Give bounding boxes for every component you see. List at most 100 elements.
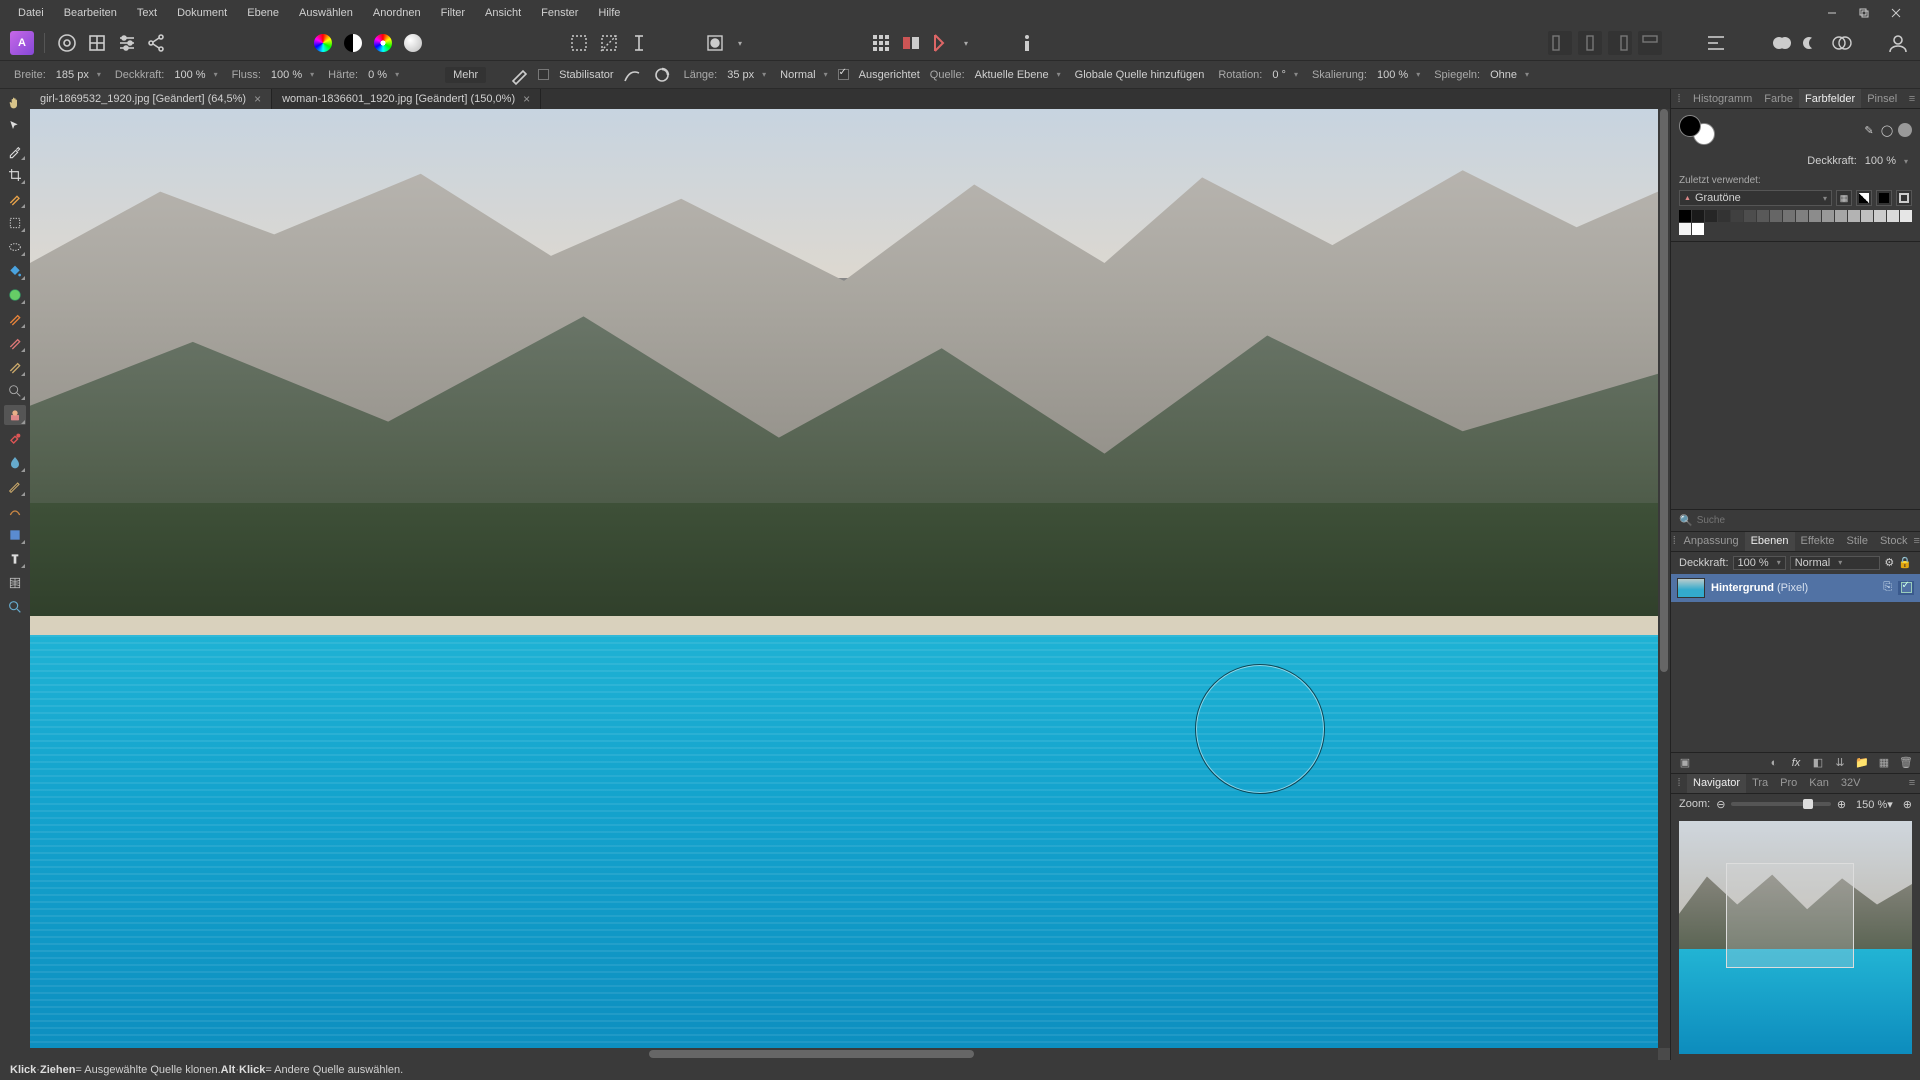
swatch-view-grid-button[interactable]: ▦ [1836, 190, 1852, 206]
panel-tab-ebenen[interactable]: Ebenen [1745, 532, 1795, 551]
scale-field[interactable]: 100 %▾ [1373, 67, 1424, 83]
swatch-set-select[interactable]: Grautöne▾ [1679, 190, 1832, 206]
minimize-button[interactable] [1816, 3, 1848, 23]
text-tool[interactable] [4, 549, 26, 569]
crop-tool[interactable] [4, 165, 26, 185]
layer-link-icon[interactable]: ⎘ [1883, 581, 1892, 594]
split-view-button[interactable] [899, 31, 923, 55]
layer-add-button[interactable]: ▦ [1876, 756, 1892, 770]
grid-view-button[interactable] [869, 31, 893, 55]
zoom-slider[interactable] [1731, 802, 1830, 806]
source-select[interactable]: Aktuelle Ebene▾ [971, 67, 1065, 83]
hardness-field[interactable]: 0 %▾ [364, 67, 403, 83]
foreground-background-colour[interactable] [1679, 115, 1715, 145]
add-global-source-button[interactable]: Globale Quelle hinzufügen [1071, 67, 1209, 83]
panel-tab-kan[interactable]: Kan [1803, 774, 1835, 793]
tint-chooser-button[interactable] [401, 31, 425, 55]
zoom-tool[interactable] [4, 597, 26, 617]
zoom-out-button[interactable]: ⊖ [1716, 798, 1725, 811]
mesh-warp-tool[interactable] [4, 573, 26, 593]
color-chooser-button[interactable] [311, 31, 335, 55]
panel-tab-effekte[interactable]: Effekte [1795, 532, 1841, 551]
opacity-field[interactable]: 100 %▾ [170, 67, 221, 83]
swatch[interactable] [1705, 210, 1717, 222]
inpainting-tool[interactable] [4, 453, 26, 473]
search-input[interactable] [1697, 515, 1912, 526]
panel-tab-farbfelder[interactable]: Farbfelder [1799, 89, 1861, 108]
layer-delete-button[interactable]: 🗑 [1898, 756, 1914, 770]
eyedropper-icon[interactable]: ✎ [1862, 123, 1876, 137]
arrange-top-button[interactable] [1638, 31, 1662, 55]
boolean-add-button[interactable] [1770, 31, 1794, 55]
swatch-add-stroke-button[interactable] [1896, 190, 1912, 206]
navigator-thumbnail[interactable] [1679, 821, 1912, 1055]
arrange-hcentre-button[interactable] [1578, 31, 1602, 55]
align-distribute-button[interactable] [1704, 31, 1728, 55]
swatch[interactable] [1887, 210, 1899, 222]
clone-brush-tool[interactable] [4, 357, 26, 377]
menu-fenster[interactable]: Fenster [531, 0, 588, 26]
layer-fx-button[interactable]: fx [1788, 756, 1804, 770]
greyscale-chooser-button[interactable] [341, 31, 365, 55]
dodge-burn-tool[interactable] [4, 381, 26, 401]
layer-visibility-checkbox[interactable] [1898, 581, 1914, 595]
layer-row[interactable]: Hintergrund (Pixel) ⎘ [1671, 574, 1920, 602]
menu-bearbeiten[interactable]: Bearbeiten [54, 0, 127, 26]
swatch-add-fill-button[interactable] [1876, 190, 1892, 206]
layer-blend-select[interactable]: Normal▾ [1790, 556, 1881, 570]
healing-brush-tool[interactable] [4, 429, 26, 449]
hand-tool[interactable] [4, 93, 26, 113]
account-button[interactable] [1886, 31, 1910, 55]
menu-dokument[interactable]: Dokument [167, 0, 237, 26]
more-button[interactable]: Mehr [445, 67, 486, 83]
menu-ansicht[interactable]: Ansicht [475, 0, 531, 26]
swatch-opacity-field[interactable]: 100 %▾ [1861, 153, 1912, 169]
swatch[interactable] [1861, 210, 1873, 222]
flood-select-tool[interactable] [4, 237, 26, 257]
layer-opacity-field[interactable]: 100 %▾ [1733, 556, 1786, 570]
flood-fill-tool[interactable] [4, 261, 26, 281]
length-field[interactable]: 35 px▾ [723, 67, 770, 83]
photo-persona-button[interactable] [55, 31, 79, 55]
swatch[interactable] [1718, 210, 1730, 222]
close-tab-icon[interactable]: × [254, 92, 261, 106]
zoom-value-field[interactable]: 150 %▾ [1852, 798, 1897, 811]
swatch[interactable] [1835, 210, 1847, 222]
layer-crop-button[interactable]: ◧ [1810, 756, 1826, 770]
layer-folder-button[interactable]: 📁 [1854, 756, 1870, 770]
liquify-persona-button[interactable] [85, 31, 109, 55]
swatch[interactable] [1770, 210, 1782, 222]
layer-adjust-button[interactable]: ◐ [1766, 756, 1782, 770]
panel-tab-histogramm[interactable]: Histogramm [1687, 89, 1758, 108]
swatch[interactable] [1679, 223, 1691, 235]
vector-brush-tool[interactable] [4, 501, 26, 521]
layer-merge-button[interactable]: ⇊ [1832, 756, 1848, 770]
move-tool[interactable] [4, 117, 26, 137]
swatch[interactable] [1796, 210, 1808, 222]
panel-menu-icon[interactable]: ≡ [1904, 89, 1920, 108]
gradient-tool[interactable] [4, 285, 26, 305]
text-select-button[interactable] [627, 31, 651, 55]
panel-tab-stock[interactable]: Stock [1874, 532, 1914, 551]
mirror-select[interactable]: Ohne▾ [1486, 67, 1533, 83]
menu-datei[interactable]: Datei [8, 0, 54, 26]
horizontal-scrollbar[interactable] [30, 1048, 1658, 1060]
panel-tab-anpassung[interactable]: Anpassung [1678, 532, 1745, 551]
vertical-scrollbar[interactable] [1658, 109, 1670, 1048]
erase-brush-tool[interactable] [4, 333, 26, 353]
panel-dock-icon[interactable]: ⁞ [1671, 89, 1687, 108]
swatch[interactable] [1809, 210, 1821, 222]
info-button[interactable] [1015, 31, 1039, 55]
navigator-viewport-rect[interactable] [1726, 863, 1854, 968]
canvas[interactable] [30, 109, 1658, 1048]
swatch[interactable] [1822, 210, 1834, 222]
close-button[interactable] [1880, 3, 1912, 23]
quickmask-button[interactable] [703, 31, 727, 55]
menu-anordnen[interactable]: Anordnen [363, 0, 431, 26]
swatch[interactable] [1692, 223, 1704, 235]
shape-tool[interactable] [4, 525, 26, 545]
panel-tab-stile[interactable]: Stile [1841, 532, 1874, 551]
paint-brush-tool[interactable] [4, 309, 26, 329]
stabilizer-mode-rope-button[interactable] [620, 63, 644, 87]
flow-field[interactable]: 100 %▾ [267, 67, 318, 83]
